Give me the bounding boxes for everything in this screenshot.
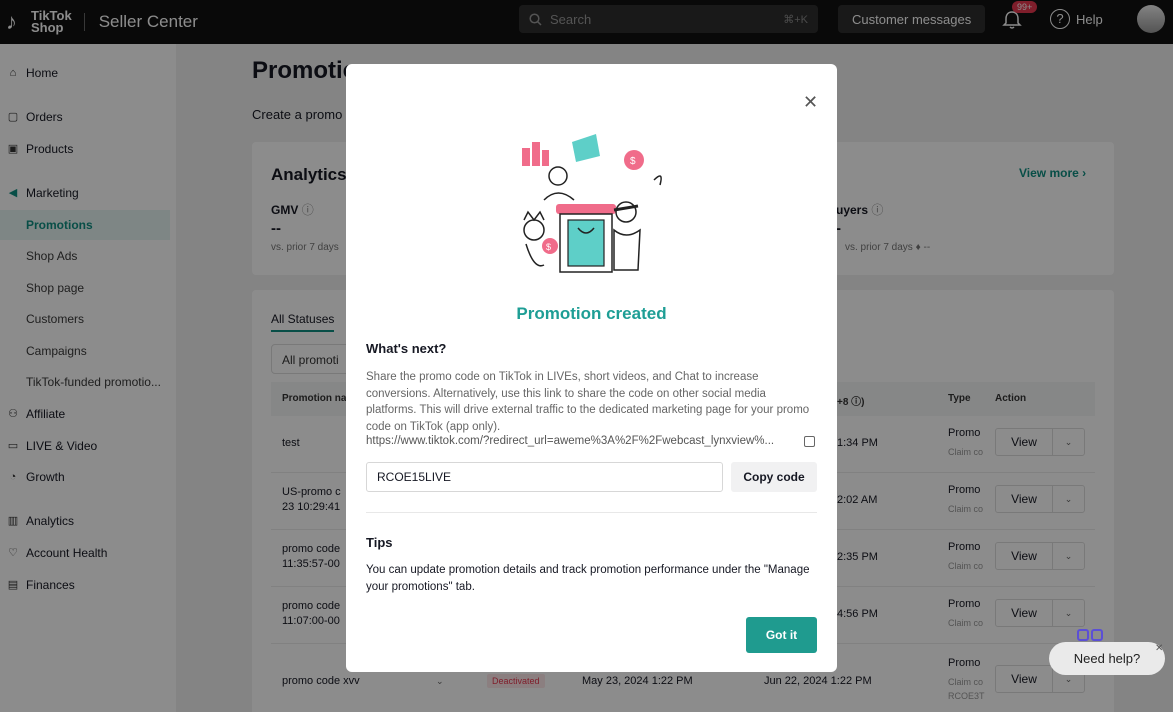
promotion-created-dialog: ✕ $ $ Promotion created What's next? Sha…: [346, 64, 837, 672]
whats-next-heading: What's next?: [366, 341, 447, 356]
tips-heading: Tips: [366, 535, 393, 550]
tips-text: You can update promotion details and tra…: [366, 564, 810, 593]
close-icon[interactable]: ✕: [1155, 643, 1163, 654]
chat-bot-icon: [1077, 629, 1103, 641]
need-help-button[interactable]: Need help?: [1049, 642, 1165, 675]
share-link[interactable]: https://www.tiktok.com/?redirect_url=awe…: [366, 435, 798, 447]
share-description: Share the promo code on TikTok in LIVEs,…: [366, 371, 810, 433]
svg-text:$: $: [630, 156, 636, 167]
promo-code-field[interactable]: [366, 462, 723, 492]
svg-text:$: $: [546, 242, 551, 252]
dialog-title: Promotion created: [516, 304, 667, 323]
divider: [366, 512, 817, 513]
copy-icon[interactable]: [804, 435, 815, 447]
copy-code-button[interactable]: Copy code: [731, 462, 817, 492]
got-it-button[interactable]: Got it: [746, 617, 817, 653]
close-icon[interactable]: ✕: [803, 93, 818, 111]
share-link-row: https://www.tiktok.com/?redirect_url=awe…: [366, 435, 821, 447]
celebration-illustration: $ $: [522, 134, 662, 273]
